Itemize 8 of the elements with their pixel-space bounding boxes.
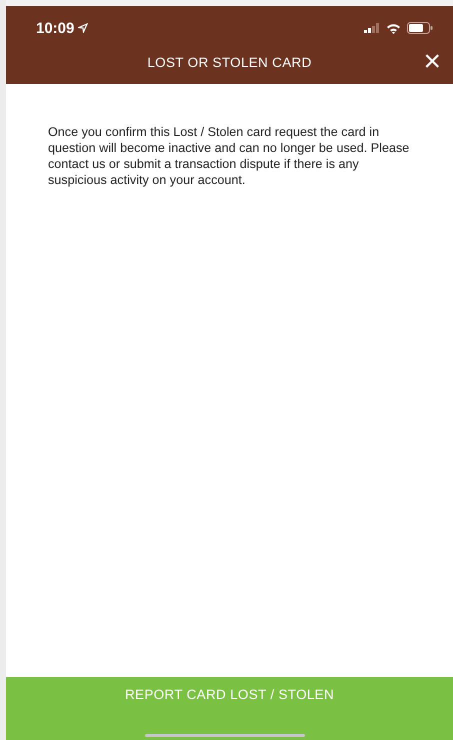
battery-icon [407, 22, 433, 34]
wifi-icon [386, 22, 401, 34]
location-arrow-icon [78, 23, 88, 33]
signal-icon [364, 23, 380, 33]
screen-title: LOST OR STOLEN CARD [147, 54, 312, 70]
warning-message: Once you confirm this Lost / Stolen card request the card in question will become inactive and can no longer be used. Please contact us or submit a transaction dispute if there is any suspicious activity on your account. [48, 124, 410, 188]
close-button[interactable]: × [421, 49, 443, 75]
status-time: 10:09 [36, 20, 74, 36]
